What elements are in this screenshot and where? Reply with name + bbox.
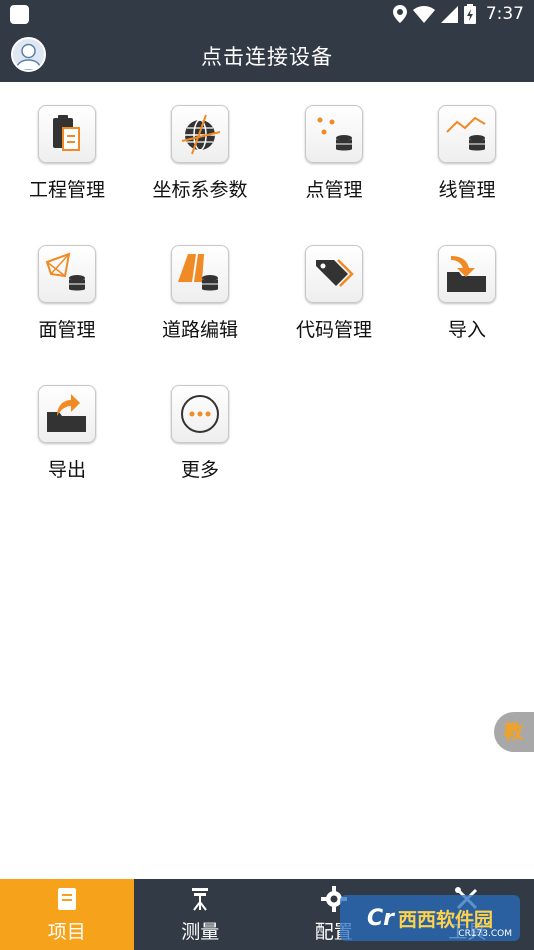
tile-label: 线管理 [438,179,496,201]
status-time: 7:37 [485,4,524,24]
tile-label: 导出 [47,459,86,481]
tile-label: 导入 [447,319,486,341]
tile-project-management[interactable]: 工程管理 [0,82,134,222]
tile-import[interactable]: 导入 [400,222,534,362]
watermark-mark: Cr [366,905,394,931]
tile-label: 坐标系参数 [152,179,248,201]
status-bar: 7:37 [0,0,534,28]
road-database-icon [171,245,229,303]
signal-icon [440,5,458,23]
nav-item-project[interactable]: 项目 [0,879,134,950]
points-database-icon [305,105,363,163]
tile-label: 代码管理 [295,319,372,341]
nav-label: 项目 [47,921,86,943]
more-dots-icon [171,385,229,443]
code-tag-icon [305,245,363,303]
tutorial-side-tab[interactable]: 教 [494,712,534,752]
tile-label: 面管理 [38,319,96,341]
status-icons: 7:37 [392,3,524,25]
tile-point-management[interactable]: 点管理 [267,82,401,222]
polygon-database-icon [38,245,96,303]
tile-coordinate-parameters[interactable]: 坐标系参数 [133,82,267,222]
nav-label: 测量 [181,921,220,943]
survey-icon [134,885,268,913]
connect-device-title[interactable]: 点击连接设备 [0,41,534,71]
tile-polygon-management[interactable]: 面管理 [0,222,134,362]
wifi-icon [412,5,435,23]
tile-line-management[interactable]: 线管理 [400,82,534,222]
tile-label: 更多 [180,459,219,481]
notification-icon [10,5,29,24]
globe-coordinate-icon [171,105,229,163]
app-bar: 点击连接设备 [0,28,534,82]
location-icon [392,5,407,23]
nav-item-survey[interactable]: 测量 [134,879,268,950]
watermark-sub: CR173.COM [458,929,512,939]
tile-label: 道路编辑 [161,319,238,341]
tile-label: 工程管理 [28,179,105,201]
import-folder-icon [438,245,496,303]
export-folder-icon [38,385,96,443]
tile-export[interactable]: 导出 [0,362,134,502]
line-database-icon [438,105,496,163]
tile-label: 点管理 [305,179,363,201]
watermark-text: 西西软件园 [397,908,493,931]
tile-more[interactable]: 更多 [133,362,267,502]
project-clipboard-icon [38,105,96,163]
tile-code-management[interactable]: 代码管理 [267,222,401,362]
tile-road-editing[interactable]: 道路编辑 [133,222,267,362]
project-icon [0,885,134,913]
battery-icon [463,4,476,24]
watermark-logo: Cr 西西软件园 CR173.COM [340,895,520,941]
